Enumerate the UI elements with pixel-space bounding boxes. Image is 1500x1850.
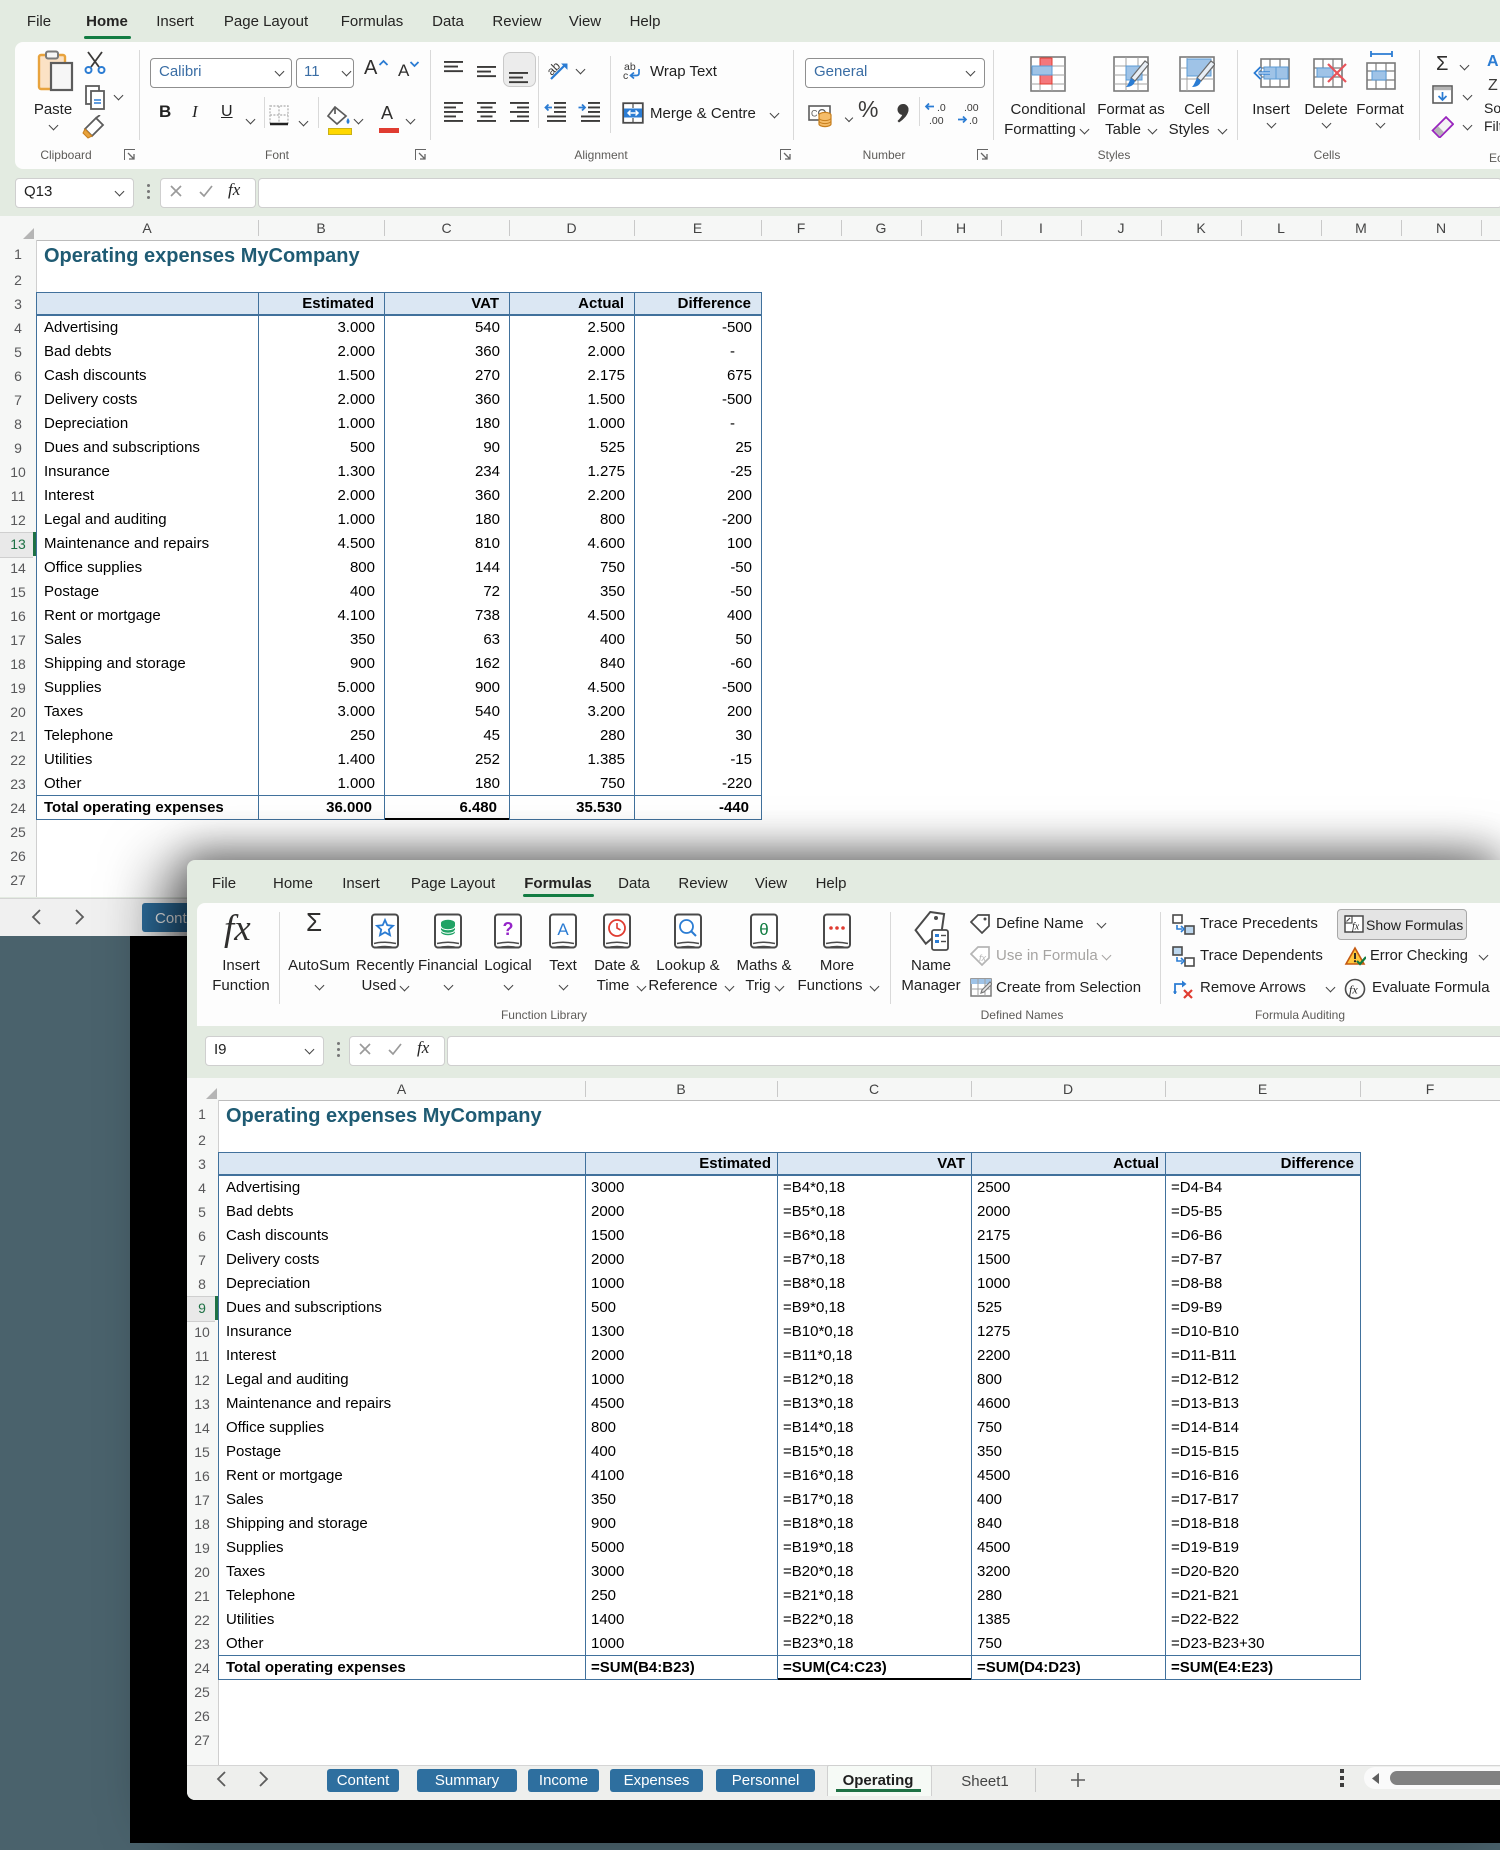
svg-text:?: ? xyxy=(503,919,514,939)
svg-text:C: C xyxy=(811,109,818,119)
svg-text:A: A xyxy=(557,920,569,939)
svg-text:.0: .0 xyxy=(969,115,978,126)
svg-text:θ: θ xyxy=(759,920,768,939)
svg-text:.0: .0 xyxy=(937,102,946,114)
svg-text:fx: fx xyxy=(1349,983,1358,997)
svg-text:fx: fx xyxy=(979,953,987,963)
svg-text:.00: .00 xyxy=(964,102,979,114)
svg-text:.00: .00 xyxy=(929,115,944,126)
svg-text:fx: fx xyxy=(1352,922,1360,933)
svg-text:c: c xyxy=(623,70,628,81)
